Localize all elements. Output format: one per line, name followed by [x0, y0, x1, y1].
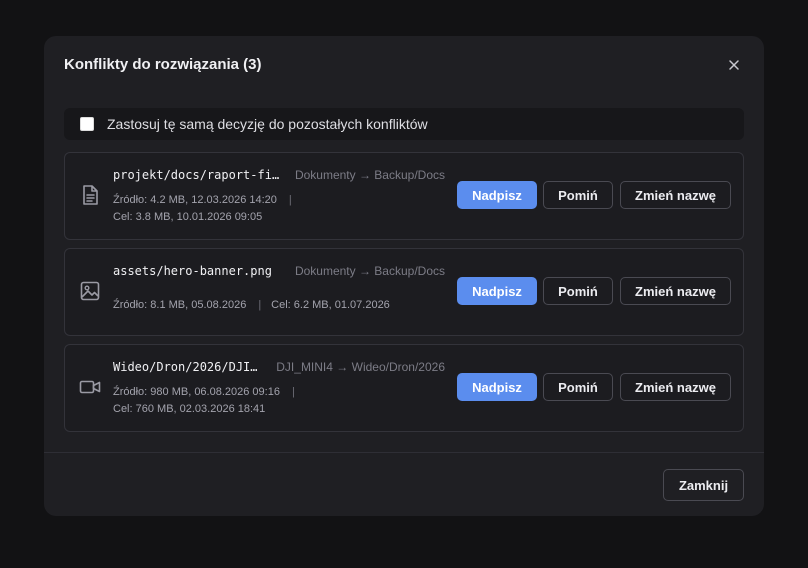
meta-separator: |: [291, 386, 295, 398]
target-info: Cel: 760 MB, 02.03.2026 18:41: [113, 403, 266, 415]
rename-button[interactable]: Zmień nazwę: [620, 373, 731, 401]
source-info: Źródło: 4.2 MB, 12.03.2026 14:20: [113, 194, 277, 206]
file-meta: Źródło: 4.2 MB, 12.03.2026 14:20 |: [113, 193, 302, 207]
image-icon: [80, 281, 100, 301]
document-icon: [83, 185, 98, 205]
skip-button[interactable]: Pomiń: [543, 277, 613, 305]
file-path: Wideo/Dron/2026/DJI…: [113, 360, 258, 374]
skip-button[interactable]: Pomiń: [543, 373, 613, 401]
conflict-dialog: Konflikty do rozwiązania (3) Zastosuj tę…: [44, 36, 764, 516]
footer-divider: [44, 452, 764, 453]
apply-all-label: Zastosuj tę samą decyzję do pozostałych …: [107, 116, 428, 132]
file-path: assets/hero-banner.png: [113, 264, 272, 278]
overwrite-button[interactable]: Nadpisz: [457, 277, 537, 305]
rename-button[interactable]: Zmień nazwę: [620, 277, 731, 305]
target-info: Cel: 6.2 MB, 01.07.2026: [271, 299, 390, 311]
conflict-item: Wideo/Dron/2026/DJI… DJI_MINI4 → Wideo/D…: [64, 344, 744, 432]
source-info: Źródło: 980 MB, 06.08.2026 09:16: [113, 386, 280, 398]
conflict-item: projekt/docs/raport-fi… Dokumenty → Back…: [64, 152, 744, 240]
file-meta: Źródło: 8.1 MB, 05.08.2026 | Cel: 6.2 MB, …: [113, 298, 390, 312]
meta-separator: |: [258, 299, 262, 311]
rename-button[interactable]: Zmień nazwę: [620, 181, 731, 209]
close-dialog-button[interactable]: Zamknij: [663, 469, 744, 501]
file-meta: Źródło: 980 MB, 06.08.2026 09:16 |: [113, 385, 305, 399]
apply-all-checkbox[interactable]: [80, 117, 94, 131]
meta-separator: |: [288, 194, 292, 206]
target-info: Cel: 3.8 MB, 10.01.2026 09:05: [113, 211, 263, 223]
conflict-route: Dokumenty → Backup/Docs: [294, 168, 445, 182]
dialog-title: Konflikty do rozwiązania (3): [64, 56, 262, 73]
apply-all-row[interactable]: Zastosuj tę samą decyzję do pozostałych …: [64, 108, 744, 140]
close-button[interactable]: [724, 55, 744, 75]
file-path: projekt/docs/raport-fi…: [113, 168, 280, 182]
close-icon: [729, 60, 739, 70]
overwrite-button[interactable]: Nadpisz: [457, 373, 537, 401]
source-info: Źródło: 8.1 MB, 05.08.2026: [113, 299, 247, 311]
video-icon: [79, 380, 101, 394]
overwrite-button[interactable]: Nadpisz: [457, 181, 537, 209]
skip-button[interactable]: Pomiń: [543, 181, 613, 209]
conflict-route: DJI_MINI4 → Wideo/Dron/2026: [276, 360, 445, 374]
conflict-route: Dokumenty → Backup/Docs: [294, 264, 445, 278]
conflict-item: assets/hero-banner.png Dokumenty → Backu…: [64, 248, 744, 336]
